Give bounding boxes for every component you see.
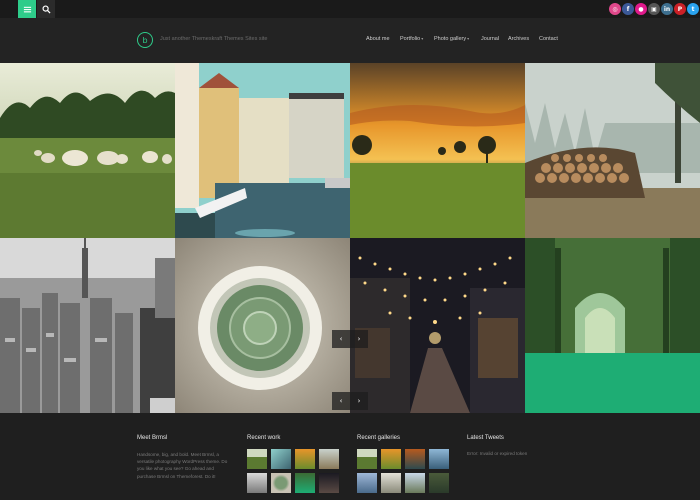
pinterest-icon[interactable]: P xyxy=(674,3,686,15)
footer-about-title: Meet Brmsl xyxy=(137,435,168,441)
dribbble-icon[interactable]: ◎ xyxy=(609,3,621,15)
twitter-icon[interactable]: t xyxy=(687,3,699,15)
nav-item-label: Portfolio xyxy=(400,36,421,42)
recent-work-thumb[interactable] xyxy=(271,449,291,469)
recent-gallery-thumb[interactable] xyxy=(381,473,401,493)
nav-item-label: Archives xyxy=(508,36,530,42)
nav-item-journal[interactable]: Journal xyxy=(481,36,499,42)
recent-work-thumb[interactable] xyxy=(295,473,315,493)
nav-item-portfolio[interactable]: Portfolio▾ xyxy=(400,36,423,42)
photo-green-tree-tunnel[interactable] xyxy=(525,238,700,413)
top-bar: ◎f●▣inPt▶ xyxy=(0,0,700,18)
recent-gallery-thumb[interactable] xyxy=(429,473,449,493)
recent-gallery-thumb[interactable] xyxy=(357,449,377,469)
nav-item-label: Photo gallery xyxy=(434,36,467,42)
photo-canal-houses[interactable] xyxy=(175,63,350,238)
photo-log-pile-fog[interactable] xyxy=(525,63,700,238)
recent-work-thumb[interactable] xyxy=(319,449,339,469)
search-button[interactable] xyxy=(37,0,55,18)
recent-gallery-thumb[interactable] xyxy=(405,449,425,469)
nav-item-label: About me xyxy=(366,36,390,42)
slider-prev-arrow-lower[interactable]: ‹ xyxy=(332,392,350,410)
instagram-icon[interactable]: ▣ xyxy=(648,3,660,15)
flickr-icon[interactable]: ● xyxy=(635,3,647,15)
footer-recent-work-title: Recent work xyxy=(247,435,281,441)
nav-item-archives[interactable]: Archives xyxy=(508,36,529,42)
site-logo[interactable]: b xyxy=(137,32,153,48)
recent-gallery-thumb[interactable] xyxy=(357,473,377,493)
nav-item-label: Journal xyxy=(481,36,500,42)
photo-grid: ‹ ‹ › › xyxy=(0,63,700,413)
recent-work-thumb[interactable] xyxy=(295,449,315,469)
recent-work-thumb[interactable] xyxy=(271,473,291,493)
chevron-down-icon: ▾ xyxy=(421,36,424,41)
recent-gallery-thumb[interactable] xyxy=(405,473,425,493)
slider-next-arrow[interactable]: › xyxy=(350,330,368,348)
recent-work-thumb[interactable] xyxy=(247,449,267,469)
footer-tweet-text: Error: Invalid or expired token xyxy=(467,451,528,456)
facebook-icon[interactable]: f xyxy=(622,3,634,15)
photo-sunset-field[interactable] xyxy=(350,63,525,238)
nav-item-contact[interactable]: Contact xyxy=(539,36,558,42)
slider-next-arrow-lower[interactable]: › xyxy=(350,392,368,410)
nav-item-photo-gallery[interactable]: Photo gallery▾ xyxy=(434,36,469,42)
recent-work-thumb[interactable] xyxy=(247,473,267,493)
footer-about-text: Handsome, big, and bold. Meet Brmsl, a v… xyxy=(137,452,228,479)
photo-night-street[interactable]: › › xyxy=(350,238,525,413)
site-tagline: Just another Themeskraft Themes Sites si… xyxy=(160,36,268,42)
nav-item-about-me[interactable]: About me xyxy=(366,36,390,42)
site-header: b Just another Themeskraft Themes Sites … xyxy=(0,18,700,63)
recent-gallery-thumb[interactable] xyxy=(381,449,401,469)
recent-work-thumb[interactable] xyxy=(319,473,339,493)
footer-recent-galleries-title: Recent galleries xyxy=(357,435,401,441)
hamburger-icon xyxy=(23,6,31,12)
slider-prev-arrow[interactable]: ‹ xyxy=(332,330,350,348)
chevron-down-icon: ▾ xyxy=(467,36,470,41)
site-footer: Meet Brmsl Handsome, big, and bold. Meet… xyxy=(0,413,700,500)
logo-letter: b xyxy=(142,35,148,45)
linkedin-icon[interactable]: in xyxy=(661,3,673,15)
photo-cactus-pot[interactable]: ‹ ‹ xyxy=(175,238,350,413)
search-icon xyxy=(41,4,51,14)
nav-item-label: Contact xyxy=(539,36,558,42)
menu-toggle-button[interactable] xyxy=(18,0,36,18)
photo-city-skyline[interactable] xyxy=(0,238,175,413)
footer-latest-tweets-title: Latest Tweets xyxy=(467,435,504,441)
photo-sheep-meadow[interactable] xyxy=(0,63,175,238)
recent-gallery-thumb[interactable] xyxy=(429,449,449,469)
